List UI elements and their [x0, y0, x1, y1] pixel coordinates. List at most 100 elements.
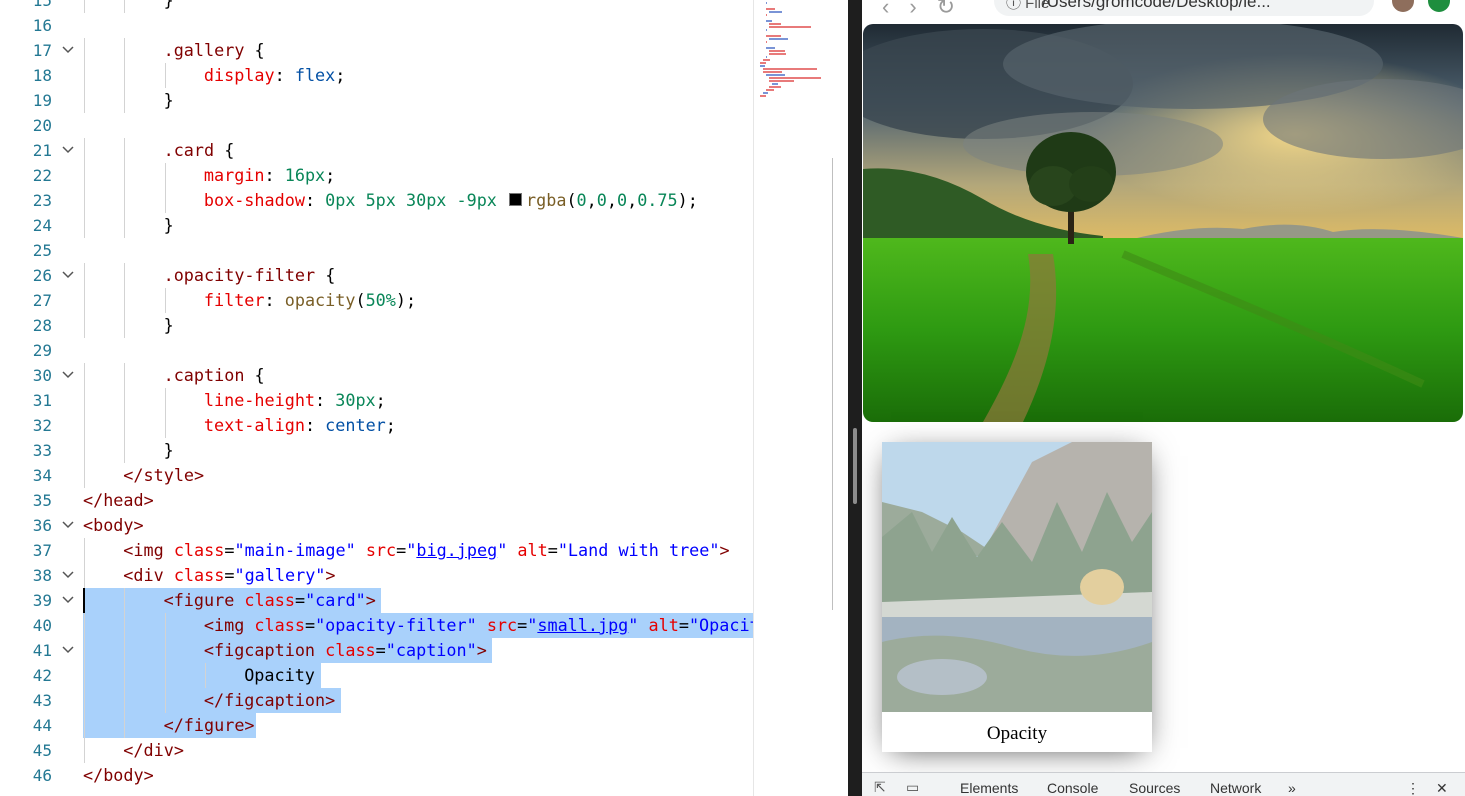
code-token: 30px	[335, 390, 376, 410]
indent-guide	[124, 613, 126, 638]
code-line[interactable]: 38 <div class="gallery">	[0, 563, 753, 588]
fold-chevron-icon[interactable]	[62, 520, 74, 530]
code-token: >	[325, 565, 336, 585]
code-line[interactable]: 46 </body>	[0, 763, 753, 788]
code-line[interactable]: 23 box-shadow: 0px 5px 30px -9px rgba(0,0…	[0, 188, 753, 213]
code-line[interactable]: 41 <figcaption class="caption">	[0, 638, 753, 663]
devtools-close-icon[interactable]: ✕	[1436, 780, 1448, 796]
address-bar[interactable]: ⓘ File /Users/gromcode/Desktop/le... ☆	[994, 0, 1374, 16]
code-line[interactable]: 44 </figure>	[0, 713, 753, 738]
code-token: text-align	[203, 415, 305, 435]
fold-chevron-icon[interactable]	[62, 270, 74, 280]
code-text: .caption {	[164, 363, 265, 388]
code-line[interactable]: 37 <img class="main-image" src="big.jpeg"…	[0, 538, 753, 563]
browser-toolbar: ‹›↻ ⓘ File /Users/gromcode/Desktop/le...…	[862, 0, 1465, 19]
minimap-line	[763, 68, 817, 70]
code-line[interactable]: 28}	[0, 313, 753, 338]
code-text: }	[164, 213, 174, 238]
indent-guide	[84, 363, 85, 388]
code-token: 0	[576, 190, 587, 210]
code-token: "	[406, 540, 417, 560]
line-number: 20	[32, 116, 52, 135]
code-line[interactable]: 17 .gallery {	[0, 38, 753, 63]
device-toolbar-icon[interactable]: ▭	[906, 779, 919, 796]
minimap-line	[760, 95, 767, 97]
code-line[interactable]: 36 <body>	[0, 513, 753, 538]
code-line[interactable]: 18 display: flex;	[0, 63, 753, 88]
code-line[interactable]: 19}	[0, 88, 753, 113]
indent-guide	[164, 388, 166, 413]
fold-chevron-icon[interactable]	[62, 595, 74, 605]
code-line[interactable]: 25	[0, 238, 753, 263]
nav-buttons[interactable]: ‹›↻	[882, 0, 975, 20]
code-token: <body>	[83, 515, 144, 535]
line-number: 22	[32, 166, 52, 185]
code-line[interactable]: 35 </head>	[0, 488, 753, 513]
line-number: 21	[32, 141, 52, 160]
code-editor[interactable]: 15} 16 17 .gallery {18 display: flex; 19} 20 21…	[0, 0, 833, 796]
fold-chevron-icon[interactable]	[62, 145, 74, 155]
devtools-tab-console[interactable]: Console	[1047, 780, 1098, 796]
code-line[interactable]: 42 Opacity	[0, 663, 753, 688]
editor-scrollbar[interactable]	[832, 158, 833, 610]
extension-icon[interactable]	[1428, 0, 1450, 12]
code-text: Opacity	[244, 663, 315, 688]
line-number: 43	[32, 691, 52, 710]
code-line[interactable]: 32 text-align: center;	[0, 413, 753, 438]
indent-guide	[164, 688, 166, 713]
code-line[interactable]: 21 .card {	[0, 138, 753, 163]
code-line[interactable]: 27 filter: opacity(50%);	[0, 288, 753, 313]
code-line[interactable]: 34 </style>	[0, 463, 753, 488]
code-token: "	[527, 615, 538, 635]
code-token: Opacity	[244, 665, 315, 685]
code-token: </body>	[83, 765, 154, 785]
devtools-tab-sources[interactable]: Sources	[1129, 780, 1180, 796]
code-line[interactable]: 29	[0, 338, 753, 363]
code-token: =	[396, 540, 407, 560]
code-text: .card {	[164, 138, 235, 163]
devtools-tab-elements[interactable]: Elements	[960, 780, 1018, 796]
devtools-menu-icon[interactable]: ⋮	[1406, 780, 1420, 796]
code-token: <figure	[163, 590, 245, 610]
code-line[interactable]: 31 line-height: 30px;	[0, 388, 753, 413]
code-token: class	[254, 615, 305, 635]
code-token: =	[304, 615, 316, 635]
fold-chevron-icon[interactable]	[62, 45, 74, 55]
code-line[interactable]: 22 margin: 16px;	[0, 163, 753, 188]
code-line[interactable]: 16	[0, 13, 753, 38]
address-bar-url[interactable]: /Users/gromcode/Desktop/le...	[1042, 0, 1271, 12]
code-line[interactable]: 45 </div>	[0, 738, 753, 763]
code-token: .gallery	[163, 40, 245, 60]
fold-chevron-icon[interactable]	[62, 570, 74, 580]
fold-chevron-icon[interactable]	[62, 645, 74, 655]
code-token: >	[365, 590, 376, 610]
code-token: class	[244, 590, 295, 610]
devtools-more-tabs[interactable]: »	[1288, 780, 1296, 796]
minimap-line	[766, 20, 773, 22]
color-swatch-icon[interactable]	[509, 193, 523, 206]
code-token: :	[274, 65, 295, 85]
indent-guide	[84, 663, 85, 688]
split-divider-handle[interactable]	[853, 428, 857, 504]
minimap-line	[769, 11, 782, 13]
code-line[interactable]: 39 <figure class="card">	[0, 588, 753, 613]
fold-chevron-icon[interactable]	[62, 370, 74, 380]
code-line[interactable]: 43 </figcaption>	[0, 688, 753, 713]
code-line[interactable]: 15}	[0, 0, 753, 13]
devtools-tab-network[interactable]: Network	[1210, 780, 1261, 796]
minimap-line	[769, 53, 787, 55]
minimap[interactable]	[753, 0, 833, 796]
profile-avatar[interactable]	[1392, 0, 1414, 12]
split-divider[interactable]	[848, 0, 862, 796]
code-line[interactable]: 40 <img class="opacity-filter" src="small…	[0, 613, 790, 638]
minimap-line	[766, 56, 767, 58]
minimap-line	[766, 8, 775, 10]
line-number: 27	[32, 291, 52, 310]
code-line[interactable]: 33}	[0, 438, 753, 463]
inspect-element-icon[interactable]: ⇱	[874, 779, 886, 796]
code-line[interactable]: 26 .opacity-filter {	[0, 263, 753, 288]
code-line[interactable]: 24}	[0, 213, 753, 238]
code-line[interactable]: 20	[0, 113, 753, 138]
code-line[interactable]: 30 .caption {	[0, 363, 753, 388]
